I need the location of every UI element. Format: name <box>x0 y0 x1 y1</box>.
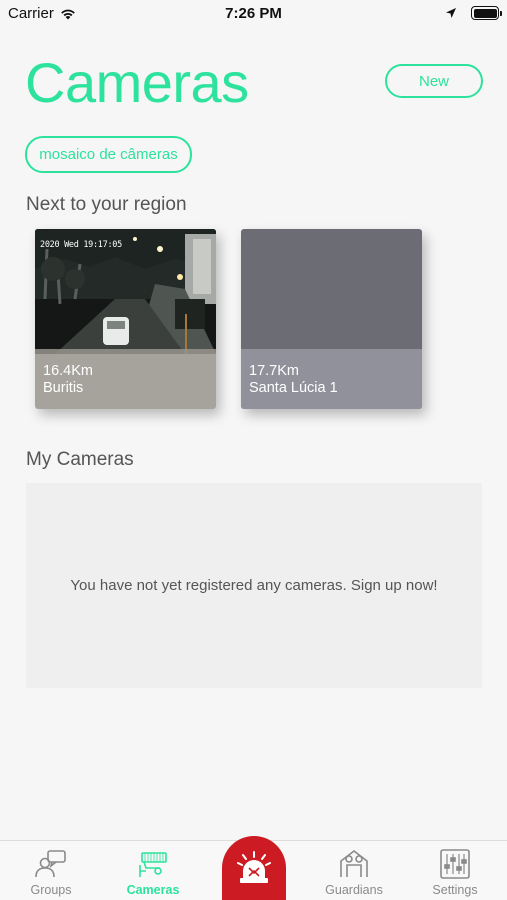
camera-name: Santa Lúcia 1 <box>249 380 338 396</box>
tab-label: Settings <box>432 883 478 897</box>
alarm-button[interactable] <box>222 836 286 900</box>
status-right <box>445 6 502 20</box>
camera-mosaic-button[interactable]: mosaico de câmeras <box>25 136 192 173</box>
battery-icon <box>471 6 502 20</box>
camera-timestamp: 2020 Wed 19:17:05 <box>40 240 122 250</box>
siren-icon <box>237 851 271 883</box>
tab-cameras[interactable]: Cameras <box>103 841 203 900</box>
tab-label: Cameras <box>126 883 180 897</box>
groups-icon <box>34 849 68 879</box>
empty-state-message: You have not yet registered any cameras.… <box>70 577 438 594</box>
nearby-section-title: Next to your region <box>26 194 187 215</box>
camera-distance: 16.4Km <box>43 363 93 379</box>
status-bar: Carrier 7:26 PM <box>0 0 507 28</box>
camera-name: Buritis <box>43 380 84 396</box>
tab-settings[interactable]: Settings <box>405 841 505 900</box>
camera-icon <box>136 849 170 879</box>
my-cameras-empty-state[interactable]: You have not yet registered any cameras.… <box>26 483 482 688</box>
camera-card-info: 16.4Km Buritis <box>35 349 216 409</box>
tab-label: Guardians <box>325 883 383 897</box>
tab-label: Groups <box>30 883 72 897</box>
location-arrow-icon <box>446 8 456 18</box>
camera-card-info: 17.7Km Santa Lúcia 1 <box>241 349 422 409</box>
settings-icon <box>438 849 472 879</box>
camera-distance: 17.7Km <box>249 363 299 379</box>
camera-card-santa-lucia[interactable]: 17.7Km Santa Lúcia 1 <box>241 229 422 409</box>
tab-guardians[interactable]: Guardians <box>304 841 404 900</box>
new-camera-button[interactable]: New <box>385 64 483 98</box>
my-cameras-section-title: My Cameras <box>26 449 134 470</box>
page-title: Cameras <box>25 51 249 114</box>
tab-groups[interactable]: Groups <box>1 841 101 900</box>
guardians-icon <box>337 849 371 879</box>
camera-card-buritis[interactable]: 2020 Wed 19:17:05 16.4Km Buritis <box>35 229 216 409</box>
status-time: 7:26 PM <box>225 5 282 22</box>
camera-feed-image: 2020 Wed 19:17:05 <box>35 229 216 354</box>
